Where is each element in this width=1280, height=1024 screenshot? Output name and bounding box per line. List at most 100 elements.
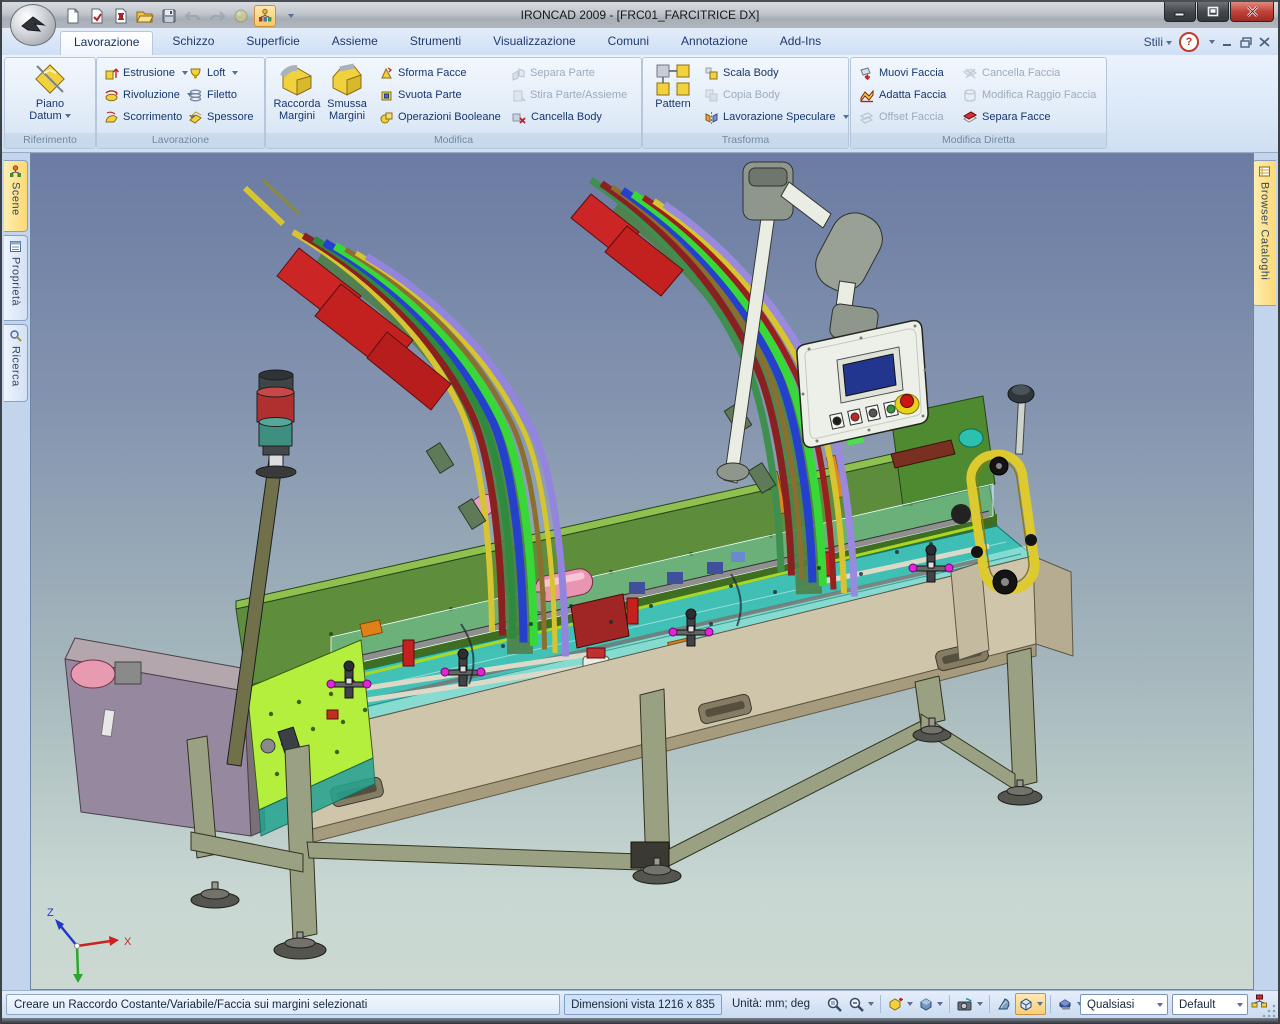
spessore-icon <box>188 110 203 125</box>
copia-body-button[interactable]: Copia Body <box>701 84 852 106</box>
wireframe-cube-icon <box>1018 996 1034 1012</box>
title-bar: IRONCAD 2009 - [FRC01_FARCITRICE DX] <box>2 0 1278 31</box>
operazioni-booleane-button[interactable]: Operazioni Booleane <box>376 106 504 128</box>
operazioni-booleane-label: Operazioni Booleane <box>398 111 501 123</box>
offset-faccia-button[interactable]: Offset Faccia <box>856 106 949 128</box>
filetto-label: Filetto <box>207 89 237 101</box>
filetto-icon <box>188 88 203 103</box>
stili-menu[interactable]: Stili <box>1144 35 1172 49</box>
cancella-body-icon <box>511 110 527 125</box>
tab-superficie[interactable]: Superficie <box>233 31 312 55</box>
stira-parte-icon <box>511 88 526 103</box>
stili-caret-icon <box>1166 41 1172 45</box>
sidebar-tab-scene[interactable]: Scene <box>4 160 28 232</box>
scorrimento-button[interactable]: Scorrimento <box>101 106 198 128</box>
sidebar-tab-browser-cataloghi[interactable]: Browser Cataloghi <box>1252 160 1276 306</box>
estrusione-button[interactable]: Estrusione <box>101 62 198 84</box>
copia-body-label: Copia Body <box>723 89 780 101</box>
tab-lavorazione[interactable]: Lavorazione <box>60 31 153 56</box>
zoom-fit-button[interactable] <box>824 993 845 1015</box>
mdi-minimize-button[interactable] <box>1222 37 1233 47</box>
raccorda-margini-button[interactable]: Raccorda Margini <box>272 61 322 122</box>
maximize-button[interactable] <box>1197 2 1229 22</box>
resize-grip[interactable] <box>1262 1003 1276 1017</box>
scorrimento-label: Scorrimento <box>123 111 182 123</box>
group-label-modifica: Modifica <box>266 133 641 148</box>
spessore-button[interactable]: Spessore <box>185 106 256 128</box>
tab-strumenti[interactable]: Strumenti <box>397 31 474 55</box>
stira-parte-assieme-button[interactable]: Stira Parte/Assieme <box>508 84 630 106</box>
adatta-faccia-label: Adatta Faccia <box>879 89 946 101</box>
sidebar-tab-ricerca[interactable]: Ricerca <box>4 324 28 402</box>
loft-button[interactable]: Loft <box>185 62 256 84</box>
scala-body-button[interactable]: Scala Body <box>701 62 852 84</box>
scala-body-label: Scala Body <box>723 67 779 79</box>
triad-x-label: X <box>124 936 132 948</box>
estrusione-label: Estrusione <box>123 67 175 79</box>
pattern-button[interactable]: Pattern <box>647 61 699 110</box>
modifica-raggio-faccia-button[interactable]: Modifica Raggio Faccia <box>959 84 1099 106</box>
minimize-button[interactable] <box>1164 2 1196 22</box>
rivoluzione-button[interactable]: Rivoluzione <box>101 84 198 106</box>
tab-assieme[interactable]: Assieme <box>319 31 391 55</box>
lavorazione-speculare-button[interactable]: Lavorazione Speculare <box>701 106 852 128</box>
ribbon: Piano Datum Riferimento Estrusione Rivol… <box>2 55 1278 154</box>
raccorda-margini-label: Raccorda Margini <box>271 98 323 122</box>
new-shape-button[interactable] <box>885 993 915 1015</box>
estrusione-icon <box>104 66 119 81</box>
status-message: Creare un Raccordo Costante/Variabile/Fa… <box>6 994 560 1015</box>
viewport[interactable]: Z X Y <box>30 153 1254 990</box>
camera-button[interactable] <box>954 993 985 1015</box>
zoom-tools-button[interactable] <box>846 993 876 1015</box>
display-cube-button[interactable] <box>916 993 945 1015</box>
mdi-restore-button[interactable] <box>1240 37 1252 48</box>
selection-filter-dropdown[interactable]: Qualsiasi <box>1080 994 1168 1015</box>
ironcad-logo-icon <box>18 12 48 38</box>
view-dimensions: Dimensioni vista 1216 x 835 <box>564 994 722 1015</box>
status-bar: Creare un Raccordo Costante/Variabile/Fa… <box>2 990 1278 1019</box>
zoom-caret-icon <box>868 1002 874 1006</box>
3d-viewport-canvas[interactable]: Z X Y <box>31 154 1253 989</box>
triad-z-label: Z <box>47 907 54 919</box>
browser-cataloghi-icon <box>1258 165 1271 178</box>
ricerca-tab-label: Ricerca <box>10 346 22 387</box>
piano-datum-button[interactable]: Piano Datum <box>25 61 75 122</box>
muovi-faccia-button[interactable]: Muovi Faccia <box>856 62 949 84</box>
smooth-shading-button[interactable] <box>994 993 1014 1015</box>
help-caret-icon[interactable] <box>1209 40 1215 44</box>
cancella-faccia-button[interactable]: Cancella Faccia <box>959 62 1099 84</box>
group-label-riferimento: Riferimento <box>5 133 95 148</box>
separa-parte-button[interactable]: Separa Parte <box>508 62 630 84</box>
configuration-dropdown[interactable]: Default <box>1172 994 1248 1015</box>
app-menu-button[interactable] <box>10 4 56 46</box>
separa-facce-button[interactable]: Separa Facce <box>959 106 1099 128</box>
operazioni-booleane-icon <box>379 110 394 125</box>
scala-body-icon <box>704 66 719 81</box>
close-button[interactable] <box>1230 2 1274 22</box>
filetto-button[interactable]: Filetto <box>185 84 256 106</box>
ribbon-tab-bar: Lavorazione Schizzo Superficie Assieme S… <box>2 28 1278 56</box>
minimize-icon <box>1174 7 1186 17</box>
tab-visualizzazione[interactable]: Visualizzazione <box>480 31 589 55</box>
svuota-parte-button[interactable]: Svuota Parte <box>376 84 504 106</box>
sforma-facce-button[interactable]: Sforma Facce <box>376 62 504 84</box>
tab-annotazione[interactable]: Annotazione <box>668 31 761 55</box>
tab-add-ins[interactable]: Add-Ins <box>767 31 834 55</box>
smussa-margini-button[interactable]: Smussa Margini <box>322 61 372 122</box>
wireframe-cube-button[interactable] <box>1015 993 1046 1015</box>
cancella-body-button[interactable]: Cancella Body <box>508 106 630 128</box>
tab-schizzo[interactable]: Schizzo <box>159 31 227 55</box>
window-controls <box>1163 2 1274 22</box>
ricerca-icon <box>9 329 22 342</box>
help-button[interactable]: ? <box>1179 32 1199 52</box>
separa-facce-label: Separa Facce <box>982 111 1050 123</box>
adatta-faccia-button[interactable]: Adatta Faccia <box>856 84 949 106</box>
mdi-close-button[interactable] <box>1259 37 1270 47</box>
blue-cube-icon <box>918 996 934 1012</box>
units-label: Unità: mm; deg <box>732 994 822 1015</box>
tab-comuni[interactable]: Comuni <box>595 31 662 55</box>
left-dock-strip: Scene Proprietà Ricerca <box>2 153 31 990</box>
close-icon <box>1246 6 1259 17</box>
sidebar-tab-proprieta[interactable]: Proprietà <box>4 235 28 321</box>
yellow-cube-star-icon <box>887 996 904 1012</box>
